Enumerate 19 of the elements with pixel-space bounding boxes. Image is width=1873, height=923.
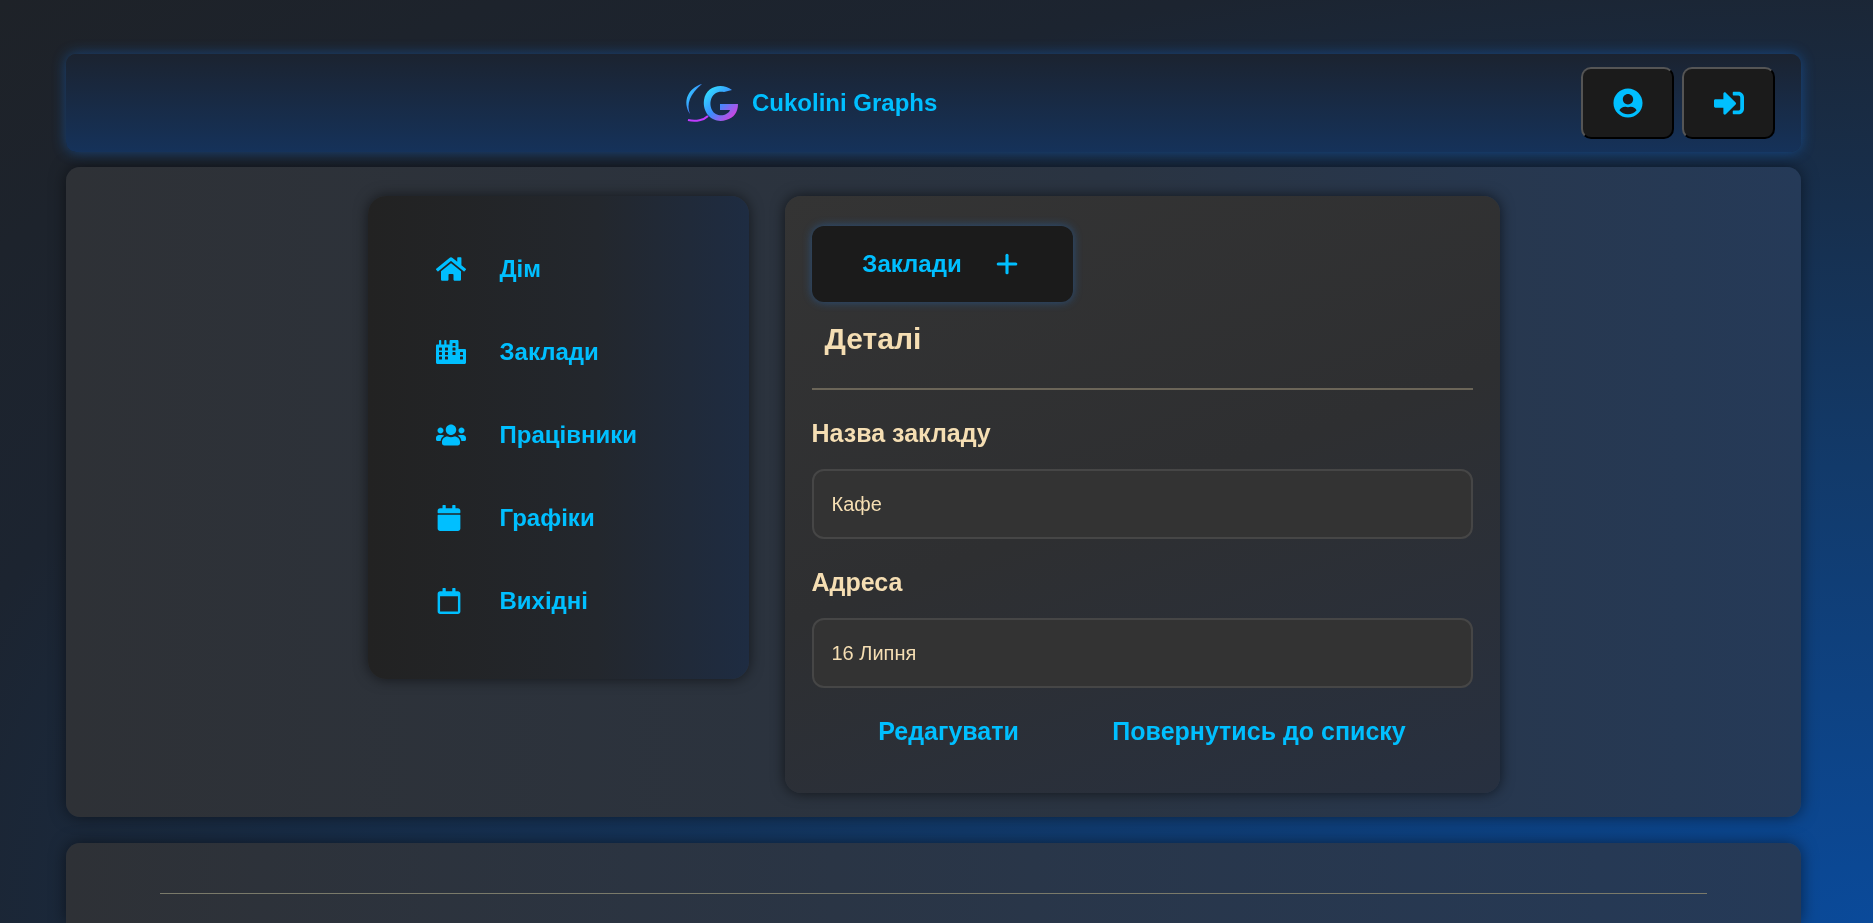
brand-name: Cukolini Graphs [752, 89, 938, 118]
text-link[interactable]: Редагувати [878, 717, 1019, 747]
sidebar-item[interactable]: Дім [435, 252, 749, 287]
login-button[interactable] [1682, 67, 1775, 140]
calendar-icon [435, 505, 462, 532]
field-label: Назва закладу [811, 419, 992, 449]
profile-button[interactable] [1581, 67, 1674, 140]
places-tab[interactable]: Заклади [811, 226, 1073, 303]
user-icon [1612, 88, 1643, 119]
input-field[interactable]: 16 Липня [811, 618, 1473, 689]
calendar-icon [435, 588, 462, 615]
sidebar-item[interactable]: Вихідні [435, 584, 749, 619]
section-title: Деталі [824, 322, 923, 357]
field-label: Адреса [811, 568, 904, 598]
text-link[interactable]: Повернутись до списку [1112, 717, 1406, 747]
sidebar-item[interactable]: Заклади [435, 335, 749, 370]
sidebar-item[interactable]: Графіки [435, 501, 749, 536]
input-field[interactable]: Кафе [811, 469, 1473, 540]
sidebar-item[interactable]: Працівники [435, 418, 749, 453]
